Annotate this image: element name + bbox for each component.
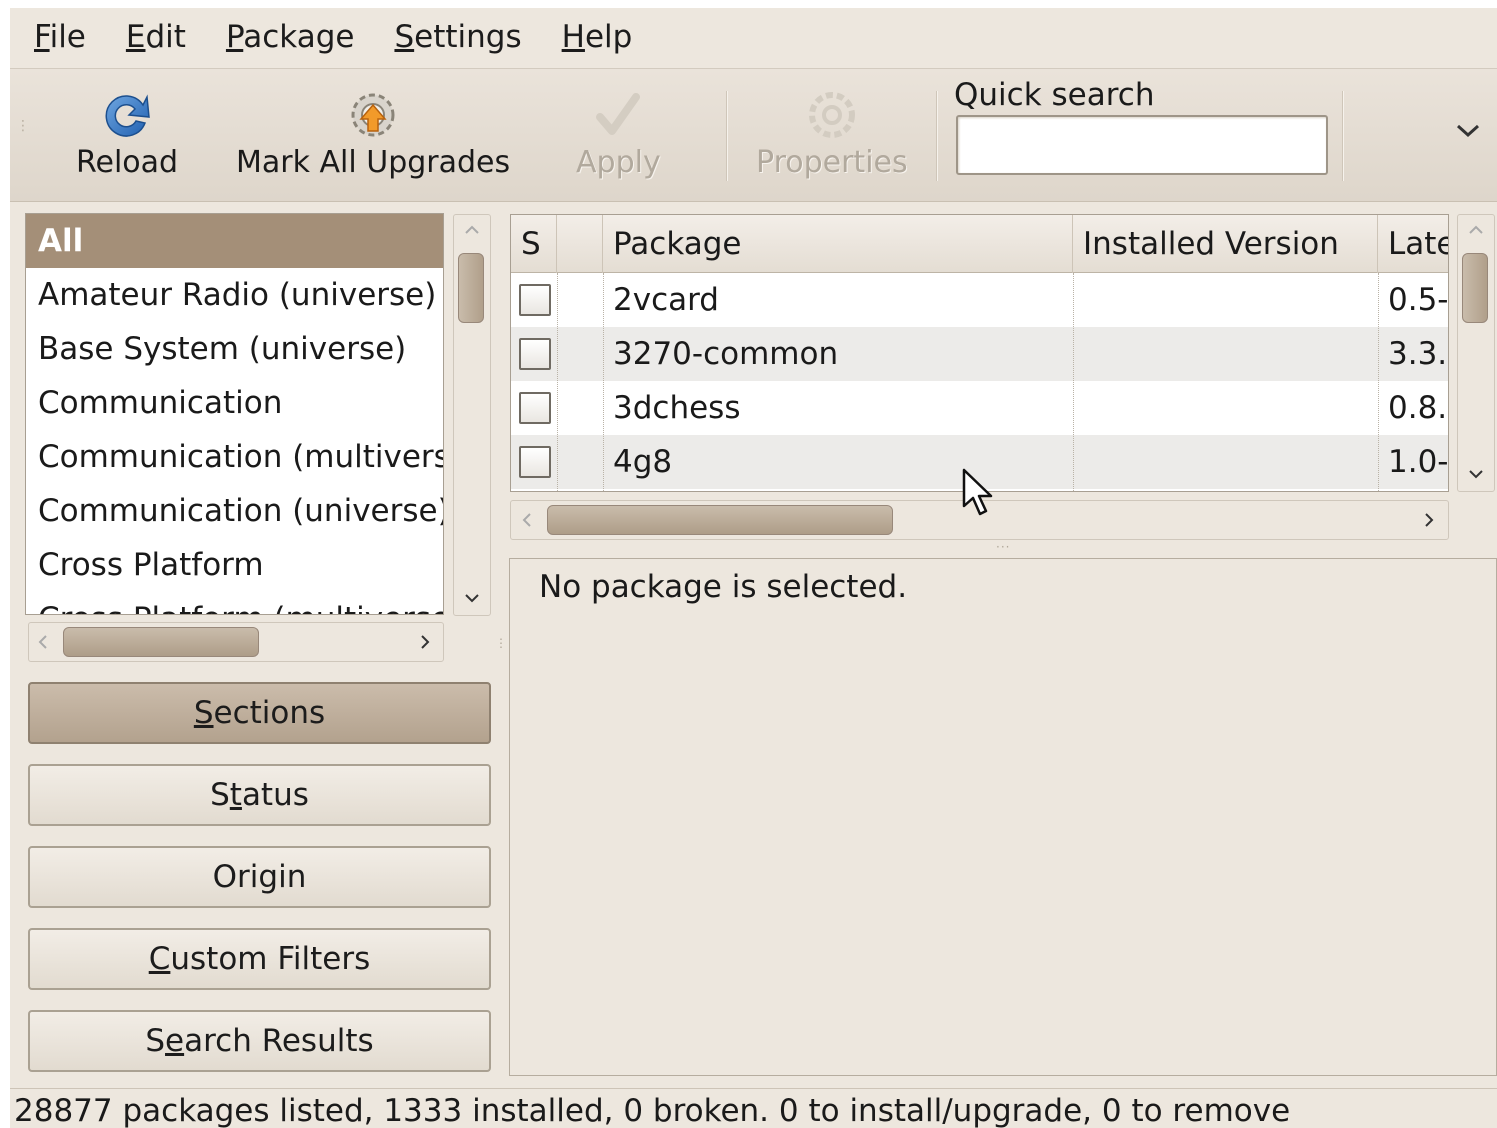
scroll-thumb[interactable] [458,253,484,323]
package-checkbox[interactable] [519,284,551,316]
installed-version [1073,435,1083,489]
column-header-package[interactable]: Package [603,215,1073,273]
apply-label: Apply [576,145,661,180]
section-item[interactable]: Communication [26,376,443,430]
installed-version [1073,381,1083,435]
properties-label: Properties [756,145,908,180]
latest-version: 3.3. [1388,336,1448,372]
sections-filter-button[interactable]: Sections [28,682,491,744]
package-name: 3dchess [613,390,741,426]
table-row[interactable]: 3270-common 3.3. [511,327,1448,381]
scroll-down-icon[interactable] [1468,461,1484,485]
custom-filters-button[interactable]: Custom Filters [28,928,491,990]
column-header-installed-version[interactable]: Installed Version [1073,215,1378,273]
column-header-latest-version[interactable]: Late [1378,215,1448,273]
latest-version: 0.8. [1388,390,1448,426]
status-filter-button[interactable]: Status [28,764,491,826]
mark-all-upgrades-label: Mark All Upgrades [236,145,511,180]
properties-button[interactable]: Properties [756,87,908,193]
installed-version [1073,273,1083,327]
mouse-cursor-icon [962,468,996,522]
scroll-down-icon[interactable] [464,585,480,609]
package-name: 2vcard [613,282,719,318]
reload-icon [99,87,155,143]
package-checkbox[interactable] [519,338,551,370]
column-divider [1378,273,1379,491]
scroll-thumb[interactable] [1462,253,1488,323]
scroll-thumb[interactable] [63,627,259,657]
package-name: 4g8 [613,444,673,480]
menu-package[interactable]: Package [224,19,357,55]
table-row[interactable]: 3dchess 0.8. [511,381,1448,435]
reload-label: Reload [76,145,179,180]
toolbar-separator [726,91,728,181]
scroll-right-icon[interactable] [419,631,431,655]
column-divider [603,273,604,491]
column-divider [1073,273,1074,491]
chevron-down-icon[interactable] [1455,117,1481,147]
latest-version: 1.0- [1388,444,1449,480]
installed-version [1073,327,1083,381]
search-results-button[interactable]: Search Results [28,1010,491,1072]
status-text: 28877 packages listed, 1333 installed, 0… [14,1093,1291,1128]
package-checkbox[interactable] [519,392,551,424]
scroll-up-icon[interactable] [464,217,480,241]
package-name: 3270-common [613,336,839,372]
quick-search-label: Quick search [954,77,1155,113]
section-item-all[interactable]: All [26,214,443,268]
mark-all-upgrades-button[interactable]: Mark All Upgrades [236,87,510,193]
apply-icon [590,87,646,143]
toolbar-separator [936,91,938,181]
quick-search-input[interactable] [956,115,1328,175]
pane-grip-icon[interactable]: ⋮ [495,636,507,650]
mark-upgrades-icon [345,87,401,143]
menu-settings[interactable]: Settings [392,19,523,55]
properties-icon [804,87,860,143]
section-list-vscrollbar[interactable] [453,214,491,616]
package-table-vscrollbar[interactable] [1457,214,1495,492]
column-header-status[interactable]: S [511,215,557,273]
menubar: File Edit Package Settings Help [10,8,1497,66]
scroll-up-icon[interactable] [1468,217,1484,241]
section-list-hscrollbar[interactable] [28,622,444,662]
statusbar: 28877 packages listed, 1333 installed, 0… [10,1088,1497,1128]
toolbar: ⋮ Reload Mark All Upgrades Apply Propert… [10,68,1497,202]
section-item[interactable]: Communication (multivers [26,430,443,484]
table-header: S Package Installed Version Late [511,215,1448,273]
scroll-left-icon[interactable] [521,509,533,533]
section-item[interactable]: Cross Platform [26,538,443,592]
menu-help[interactable]: Help [560,19,635,55]
section-item[interactable]: Communication (universe) [26,484,443,538]
column-header-support[interactable] [557,215,603,273]
section-list: All Amateur Radio (universe) Base System… [25,213,444,615]
scroll-right-icon[interactable] [1423,509,1435,533]
section-item[interactable]: Amateur Radio (universe) [26,268,443,322]
reload-button[interactable]: Reload [76,87,178,193]
menu-edit[interactable]: Edit [124,19,188,55]
scroll-left-icon[interactable] [37,631,49,655]
table-row[interactable]: 2vcard 0.5- [511,273,1448,327]
package-table: S Package Installed Version Late 2vcard … [510,214,1449,492]
section-item[interactable]: Cross Platform (multiverse) [26,592,443,614]
package-checkbox[interactable] [519,446,551,478]
package-details-pane: No package is selected. [509,558,1497,1076]
section-item[interactable]: Base System (universe) [26,322,443,376]
origin-filter-button[interactable]: Origin [28,846,491,908]
toolbar-grip-icon[interactable]: ⋮ [16,119,30,143]
apply-button[interactable]: Apply [576,87,661,193]
menu-file[interactable]: File [32,19,88,55]
toolbar-separator [1342,91,1344,181]
column-divider [557,273,558,491]
pane-grip-icon[interactable]: ··· [996,540,1010,554]
latest-version: 0.5- [1388,282,1449,318]
scroll-thumb[interactable] [547,505,893,535]
synaptic-window: File Edit Package Settings Help ⋮ Reload [10,8,1497,1128]
no-selection-text: No package is selected. [539,569,908,605]
